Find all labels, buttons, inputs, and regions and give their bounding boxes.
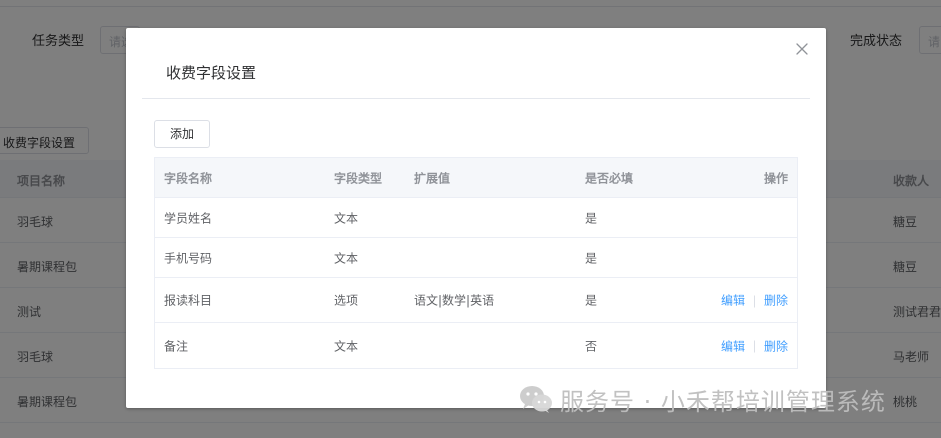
header-actions: 操作 [763,171,788,185]
cell-field-name: 备注 [164,339,189,353]
cell-required: 否 [585,339,598,353]
header-field-name: 字段名称 [164,171,213,185]
action-separator [753,340,755,353]
table-row: 手机号码 文本 是 [155,238,797,278]
cell-field-type: 选项 [334,293,359,308]
header-field-type: 字段类型 [334,171,383,185]
cell-field-name: 报读科目 [164,293,213,308]
delete-link[interactable]: 删除 [764,294,788,308]
table-row: 学员姓名 文本 是 [155,198,797,238]
delete-link[interactable]: 删除 [764,339,788,353]
cell-required: 是 [585,293,598,308]
cell-field-name: 手机号码 [164,251,213,265]
table-row: 报读科目 选项 语文|数学|英语 是 编辑 删除 [155,278,797,323]
cell-field-type: 文本 [334,251,359,265]
table-header-row: 字段名称 字段类型 扩展值 是否必填 操作 [155,158,797,198]
cell-required: 是 [585,211,598,225]
add-field-button[interactable]: 添加 [154,120,210,148]
row-actions: 编辑 删除 [721,337,788,354]
edit-link[interactable]: 编辑 [721,339,745,353]
cell-required: 是 [585,251,598,265]
watermark: 服务号 · 小禾帮培训管理系统 [518,382,886,416]
action-separator [753,295,755,307]
cell-field-type: 文本 [334,211,359,225]
fee-fields-dialog: 收费字段设置 添加 字段名称 字段类型 扩展值 是否必填 操作 学员姓名 文本 … [126,28,826,408]
table-row: 备注 文本 否 编辑 删除 [155,323,797,368]
cell-extension-value: 语文|数学|英语 [414,293,495,308]
row-actions: 编辑 删除 [721,292,788,309]
header-extension-value: 扩展值 [414,171,451,185]
close-icon[interactable] [795,42,809,56]
wechat-icon [518,384,554,414]
header-required: 是否必填 [585,171,634,185]
dialog-title: 收费字段设置 [166,64,257,82]
fee-fields-table: 字段名称 字段类型 扩展值 是否必填 操作 学员姓名 文本 是 手机号码 文本 … [154,157,798,369]
dialog-divider [142,98,810,99]
watermark-text: 服务号 · 小禾帮培训管理系统 [560,387,886,416]
cell-field-name: 学员姓名 [164,211,213,225]
cell-field-type: 文本 [334,339,359,353]
edit-link[interactable]: 编辑 [721,294,745,308]
